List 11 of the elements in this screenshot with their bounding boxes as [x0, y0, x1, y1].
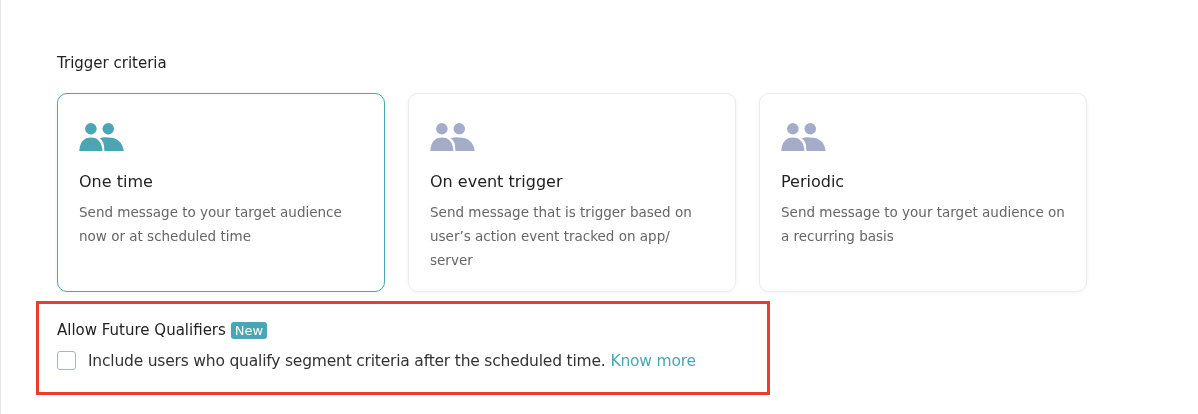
option-title: Allow Future Qualifiers [57, 321, 226, 339]
trigger-option-card[interactable]: Periodic Send message to your target audience on a recurring basis [759, 93, 1087, 292]
new-badge: New [230, 321, 268, 339]
users-icon [79, 122, 124, 151]
users-icon [430, 122, 475, 151]
users-icon [781, 122, 826, 151]
checkbox[interactable] [57, 351, 76, 370]
checkbox-label: Include users who qualify segment criteria after the scheduled time. [88, 351, 606, 370]
trigger-option-card[interactable]: One time Send message to your target audience now or at scheduled time [57, 93, 385, 292]
section-title: Trigger criteria [57, 54, 168, 72]
trigger-option-card[interactable]: On event trigger Send message that is trigger based on user’s action event tracked on app/ server [408, 93, 736, 292]
